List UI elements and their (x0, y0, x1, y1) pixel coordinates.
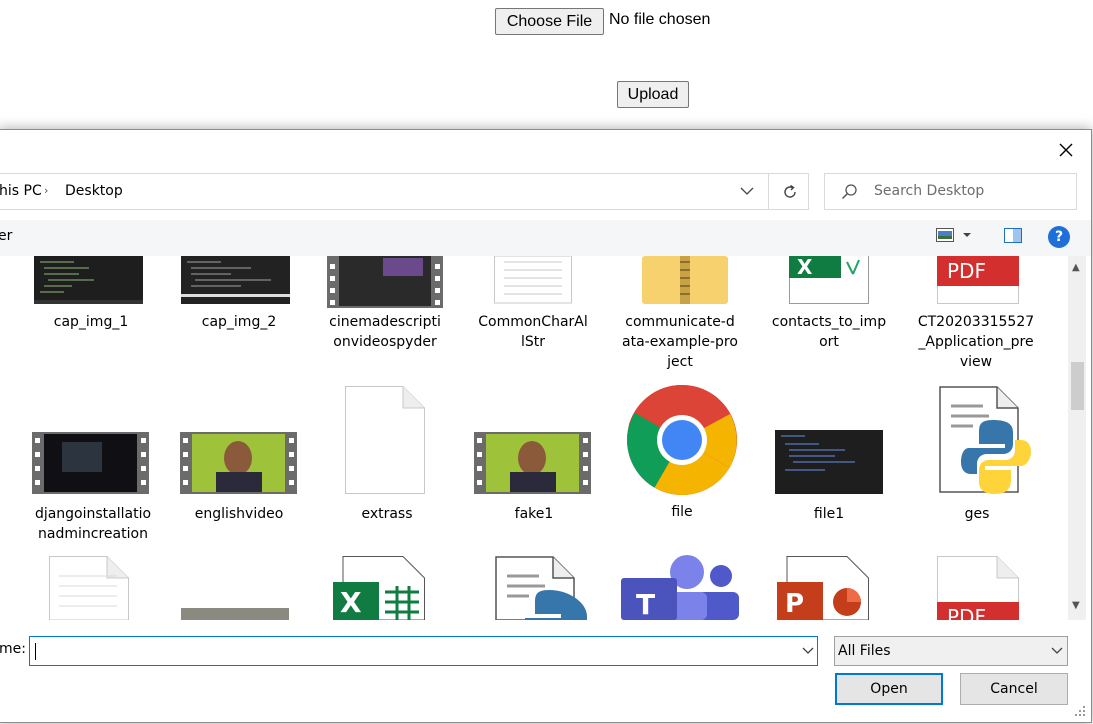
file-name-dropdown-icon[interactable] (802, 647, 814, 655)
new-folder-button[interactable]: er (0, 228, 12, 244)
address-divider (768, 174, 769, 209)
text-caret (35, 643, 36, 660)
file-name-input[interactable] (29, 636, 818, 666)
close-icon (1059, 143, 1073, 157)
cancel-button[interactable]: Cancel (960, 673, 1068, 705)
zip-folder-icon (642, 256, 728, 304)
address-dropdown-icon[interactable] (740, 186, 754, 196)
refresh-icon (784, 184, 796, 198)
file-name: cinemadescriptionvideospyder (329, 314, 441, 350)
excel-file-icon: X (789, 256, 869, 304)
code-screenshot-thumbnail (34, 256, 143, 304)
dialog-toolbar: er ? (0, 220, 1091, 256)
breadcrumb-this-pc[interactable]: his PC (0, 183, 42, 199)
file-type-dropdown-icon (1051, 647, 1063, 654)
file-name: cap_img_1 (53, 314, 129, 330)
breadcrumb-chevron-icon: › (44, 184, 49, 197)
no-file-chosen-text: No file chosen (609, 11, 711, 28)
search-icon (841, 184, 857, 200)
code-screenshot-thumbnail (181, 256, 290, 304)
text-file-icon (494, 256, 572, 304)
file-type-select[interactable]: All Files (834, 636, 1068, 666)
file-name: communicate-data-example-project (622, 314, 738, 370)
file-name: CT20203315527_Application_preview (917, 314, 1035, 370)
open-button[interactable]: Open (835, 673, 943, 705)
scroll-down-icon[interactable]: ▼ (1072, 600, 1080, 611)
scroll-up-icon[interactable]: ▲ (1072, 262, 1080, 273)
search-desktop-field[interactable]: Search Desktop (824, 173, 1077, 210)
file-name: CommonCharAllStr (478, 314, 588, 350)
change-view-button[interactable] (936, 228, 972, 242)
svg-text:PDF: PDF (947, 259, 986, 283)
file-name: cap_img_2 (201, 314, 277, 330)
close-dialog-button[interactable] (1054, 138, 1078, 162)
file-type-value: All Files (838, 643, 891, 659)
help-icon[interactable]: ? (1048, 226, 1070, 248)
pdf-file-icon: PDF (937, 256, 1019, 304)
file-open-dialog: his PC › Desktop Search Desktop er ? c (0, 129, 1092, 723)
choose-file-button[interactable]: Choose File (495, 8, 604, 35)
resize-grip-icon[interactable] (1074, 705, 1086, 717)
video-thumbnail (327, 256, 443, 308)
vertical-scrollbar[interactable]: ▲ ▼ (1068, 256, 1086, 620)
upload-button[interactable]: Upload (617, 81, 689, 108)
file-name: contacts_to_import (771, 314, 887, 350)
address-bar[interactable]: his PC › Desktop (0, 173, 809, 210)
breadcrumb-desktop[interactable]: Desktop (65, 183, 123, 199)
preview-pane-icon (1004, 228, 1022, 243)
view-icon (936, 228, 954, 242)
preview-pane-button[interactable] (1004, 228, 1022, 247)
view-dropdown-icon (963, 233, 971, 237)
refresh-button[interactable] (779, 182, 801, 202)
search-placeholder: Search Desktop (874, 183, 985, 199)
file-name-label: me: (0, 641, 26, 657)
scrollbar-thumb[interactable] (1071, 362, 1084, 410)
file-list: cap_img_1 cap_img_2 cinemadescriptionvid… (0, 256, 1068, 620)
svg-text:X: X (797, 256, 813, 279)
